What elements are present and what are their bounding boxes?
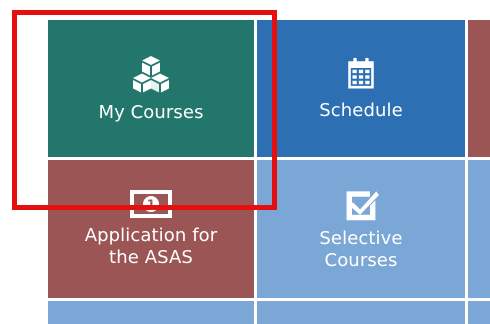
svg-text:1: 1 (147, 198, 155, 212)
schedule-label: Schedule (319, 99, 403, 121)
checkbox-icon (346, 191, 379, 221)
partial-tile[interactable] (468, 20, 490, 157)
partial-tile[interactable] (468, 301, 490, 324)
partial-tile[interactable] (468, 160, 490, 298)
partial-tile[interactable] (48, 301, 254, 324)
my-courses-tile[interactable]: My Courses (48, 20, 254, 157)
cubes-icon (133, 55, 169, 92)
selective-courses-label-line1: Selective (319, 228, 403, 249)
application-asas-label-line2: the ASAS (109, 247, 193, 268)
application-asas-label-line1: Application for (84, 225, 218, 246)
application-asas-tile[interactable]: 1 Application for the ASAS (48, 160, 254, 298)
money-bill-icon: 1 (130, 190, 172, 218)
selective-courses-tile[interactable]: Selective Courses (257, 160, 465, 298)
schedule-tile[interactable]: Schedule (257, 20, 465, 157)
my-courses-label: My Courses (98, 101, 204, 123)
selective-courses-label-line2: Courses (324, 250, 398, 271)
partial-tile[interactable] (257, 301, 465, 324)
calendar-icon (348, 57, 374, 88)
